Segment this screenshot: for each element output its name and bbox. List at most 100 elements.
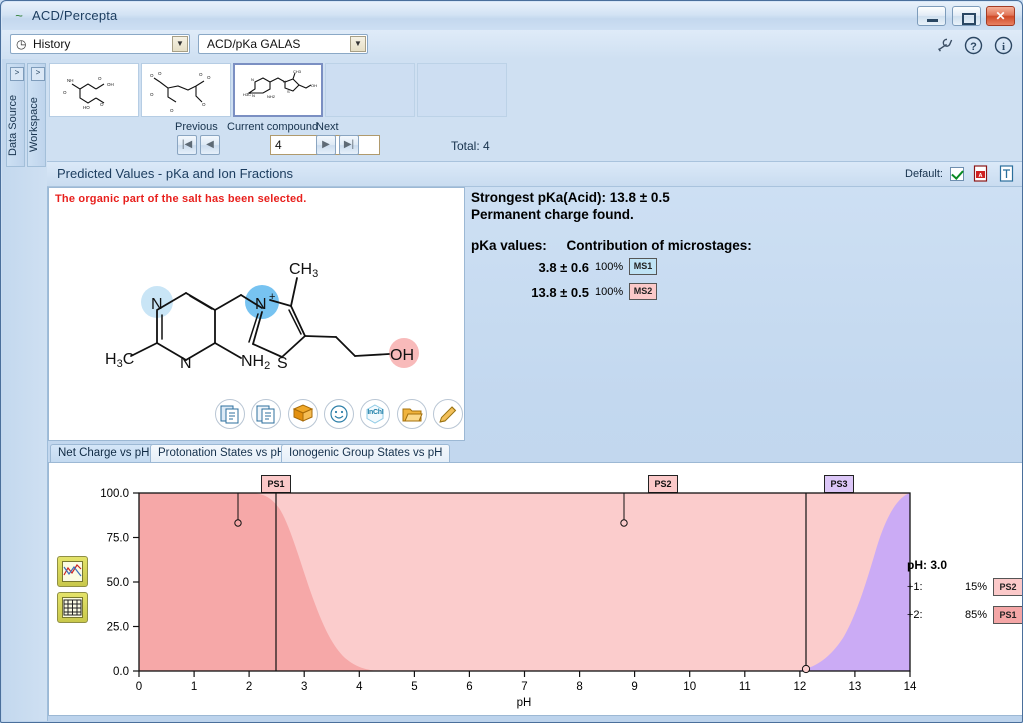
y-ticks [133, 492, 139, 672]
svg-text:0.0: 0.0 [113, 666, 129, 678]
atom-label-ring-n-bottom: N [180, 355, 192, 372]
svg-text:50.0: 50.0 [107, 577, 129, 589]
legend-row: +1: 15% PS2 [907, 578, 1022, 600]
svg-text:0: 0 [136, 681, 142, 693]
chart-tab-strip: Net Charge vs pH Protonation States vs p… [48, 444, 1022, 463]
edit-structure-button[interactable] [433, 399, 464, 429]
expand-icon[interactable]: > [10, 67, 24, 81]
svg-text:NH2: NH2 [267, 94, 276, 99]
sidebar-item-label: Data Source [7, 94, 19, 156]
paste-structure-button[interactable] [251, 399, 282, 429]
legend-charge: +1: [907, 581, 923, 593]
compound-thumbnail-3[interactable]: NN H3C NH2 NS CH3 OH [233, 63, 323, 117]
history-dropdown-label: History [33, 37, 71, 51]
legend-badge-ps2[interactable]: PS2 [993, 578, 1022, 596]
next-label: Next [316, 121, 339, 133]
previous-label: Previous [175, 121, 218, 133]
toolbar-icon-group: ? i [929, 34, 1014, 55]
svg-text:OH: OH [311, 83, 317, 88]
text-export-icon[interactable] [999, 165, 1017, 183]
svg-text:CH3: CH3 [293, 69, 302, 74]
microstage-badge-ms2[interactable]: MS2 [629, 283, 657, 300]
copy-structure-button[interactable] [215, 399, 245, 429]
marker-handle-ps2 [620, 519, 628, 527]
svg-text:O: O [202, 102, 206, 107]
clock-icon: ◷ [16, 37, 27, 51]
tab-ionogenic-group-states[interactable]: Ionogenic Group States vs pH [281, 444, 451, 463]
open-file-button[interactable] [396, 399, 427, 429]
wrench-icon[interactable] [933, 34, 955, 55]
compound-thumbnail-5[interactable] [417, 63, 507, 117]
legend-percent: 15% [964, 581, 987, 593]
inchi-button[interactable]: InChI [360, 399, 391, 429]
svg-text:O: O [150, 73, 154, 78]
svg-text:O: O [100, 102, 104, 107]
next-compound-button[interactable]: ▶ [316, 135, 336, 155]
legend-ph-label: pH: 3.0 [907, 558, 948, 572]
microstage-badge-ms1[interactable]: MS1 [629, 258, 657, 275]
atom-label-sulfur: S [277, 355, 288, 372]
expand-icon[interactable]: > [31, 67, 45, 81]
svg-text:O: O [98, 76, 102, 81]
pka-row: 13.8 ± 0.5 100% MS2 [471, 283, 1016, 303]
window-title: ACD/Percepta [32, 8, 118, 23]
sidebar-item-label: Workspace [28, 97, 40, 153]
tab-protonation-states[interactable]: Protonation States vs pH [150, 444, 294, 463]
info-icon[interactable]: i [992, 34, 1014, 55]
svg-text:10: 10 [683, 681, 696, 693]
pka-table-header: pKa values: Contribution of microstages: [471, 238, 1016, 253]
inchi-label: InChI [367, 409, 384, 416]
chevron-down-icon[interactable]: ▼ [350, 36, 366, 52]
svg-text:4: 4 [356, 681, 363, 693]
first-compound-button[interactable]: |◀ [177, 135, 197, 155]
main-toolbar: ◷ History ▼ ACD/pKa GALAS ▼ ? i [2, 30, 1022, 60]
legend-badge-ps1[interactable]: PS1 [993, 606, 1022, 624]
pka-values-column-header: pKa values: [471, 238, 547, 253]
default-checkbox[interactable] [950, 167, 965, 181]
last-compound-button[interactable]: ▶| [339, 135, 359, 155]
sidebar-item-workspace[interactable]: > Workspace [27, 63, 46, 167]
history-dropdown[interactable]: ◷ History ▼ [10, 34, 190, 54]
compound-navigation-bar: Previous Current compound Next |◀ ◀ ▶ ▶|… [47, 119, 1022, 162]
minimize-button[interactable] [917, 6, 947, 26]
svg-text:H3C: H3C [243, 92, 251, 97]
module-dropdown-label: ACD/pKa GALAS [207, 37, 301, 51]
close-button[interactable]: ✕ [986, 6, 1015, 26]
module-dropdown[interactable]: ACD/pKa GALAS ▼ [198, 34, 368, 54]
pdf-export-icon[interactable]: A [973, 165, 991, 183]
structure-toolbar: InChI [215, 399, 466, 429]
title-bar: ~ ACD/Percepta ✕ [2, 2, 1022, 31]
pka-percent: 100% [595, 286, 624, 298]
atom-label-charge: + [269, 291, 275, 303]
svg-text:7: 7 [521, 681, 527, 693]
chevron-down-icon[interactable]: ▼ [172, 36, 188, 52]
svg-text:1: 1 [191, 681, 197, 693]
svg-text:HO: HO [83, 105, 90, 110]
tab-net-charge[interactable]: Net Charge vs pH [50, 444, 158, 463]
svg-text:O: O [63, 90, 67, 95]
svg-text:O: O [158, 71, 162, 76]
compound-thumbnail-2[interactable]: OO OO OO O [141, 63, 231, 117]
svg-text:i: i [1001, 41, 1004, 53]
net-charge-chart[interactable]: 100.0 75.0 50.0 25.0 0.0 0 1 2 3 4 5 6 7… [49, 463, 949, 713]
previous-compound-button[interactable]: ◀ [200, 135, 220, 155]
dictionary-button[interactable] [287, 399, 318, 429]
svg-text:6: 6 [466, 681, 472, 693]
atom-label-thiazole-n: N [255, 296, 267, 313]
svg-text:5: 5 [411, 681, 417, 693]
sidebar-item-data-source[interactable]: > Data Source [6, 63, 25, 167]
maximize-button[interactable] [951, 6, 981, 26]
default-label: Default: [905, 168, 943, 180]
help-icon[interactable]: ? [963, 34, 985, 55]
predicted-values-header-actions: Default: A [905, 165, 1017, 183]
compound-thumbnail-1[interactable]: NH O O OH HO O [49, 63, 139, 117]
application-window: ~ ACD/Percepta ✕ ◷ History ▼ ACD/pKa GAL… [0, 0, 1023, 723]
compound-thumbnail-strip: NH O O OH HO O OO OO OO O N N H3C NH2 N … [47, 59, 1022, 119]
atom-label-hydroxyl: OH [390, 347, 414, 364]
chart-panel: PS1 PS2 PS3 100.0 75.0 50.0 25.0 0.0 0 1… [48, 462, 1022, 716]
chart-legend: pH: 3.0 +1: 15% PS2 +2: 85% PS1 [907, 558, 1022, 628]
compound-thumbnail-4[interactable] [325, 63, 415, 117]
total-compounds-label: Total: 4 [451, 139, 490, 153]
permanent-charge-text: Permanent charge found. [471, 207, 634, 222]
smiles-button[interactable] [324, 399, 355, 429]
